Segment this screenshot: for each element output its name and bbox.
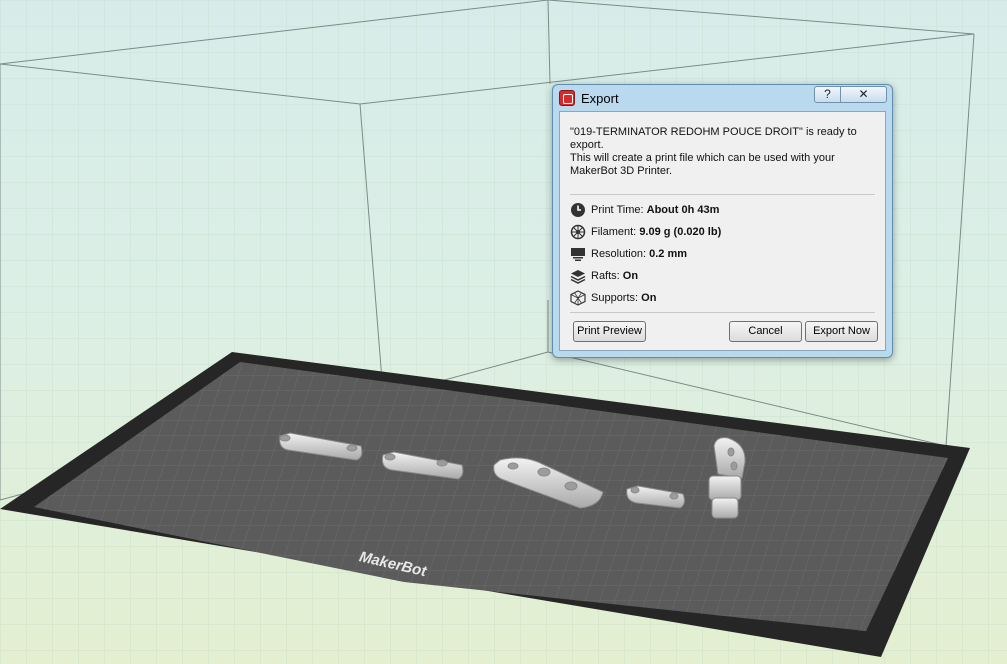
help-button[interactable]: ? bbox=[814, 86, 841, 103]
dialog-title: Export bbox=[581, 91, 619, 106]
export-message: "019-TERMINATOR REDOHM POUCE DROIT" is r… bbox=[570, 126, 880, 178]
filament-icon bbox=[570, 224, 586, 240]
dialog-titlebar[interactable]: Export ? ✕ bbox=[553, 85, 892, 111]
divider bbox=[570, 194, 875, 195]
clock-icon bbox=[571, 203, 585, 217]
export-dialog: Export ? ✕ "019-TERMINATOR REDOHM POUCE … bbox=[552, 84, 893, 358]
supports-icon bbox=[570, 290, 586, 306]
makerbot-app-icon bbox=[559, 90, 575, 106]
rafts-icon bbox=[570, 270, 586, 284]
supports-label: Supports: bbox=[591, 292, 639, 304]
dialog-content: "019-TERMINATOR REDOHM POUCE DROIT" is r… bbox=[559, 111, 886, 351]
resolution-label: Resolution: bbox=[591, 248, 647, 260]
rafts-value: On bbox=[622, 270, 639, 282]
filament-value: 9.09 g (0.020 lb) bbox=[639, 226, 722, 238]
print-time-label: Print Time: bbox=[591, 204, 644, 216]
export-now-button[interactable]: Export Now bbox=[805, 321, 878, 342]
message-line: MakerBot 3D Printer. bbox=[570, 165, 673, 177]
resolution-icon bbox=[571, 248, 585, 261]
supports-value: On bbox=[641, 292, 657, 304]
message-line: "019-TERMINATOR REDOHM POUCE DROIT" is r… bbox=[570, 126, 857, 151]
cancel-button[interactable]: Cancel bbox=[729, 321, 802, 342]
divider bbox=[570, 312, 875, 313]
filament-label: Filament: bbox=[591, 226, 637, 238]
rafts-label: Rafts: bbox=[591, 270, 620, 282]
message-line: This will create a print file which can … bbox=[570, 152, 835, 164]
resolution-value: 0.2 mm bbox=[649, 248, 688, 260]
print-preview-button[interactable]: Print Preview bbox=[573, 321, 646, 342]
close-button[interactable]: ✕ bbox=[840, 86, 887, 103]
print-time-value: About 0h 43m bbox=[646, 204, 720, 216]
